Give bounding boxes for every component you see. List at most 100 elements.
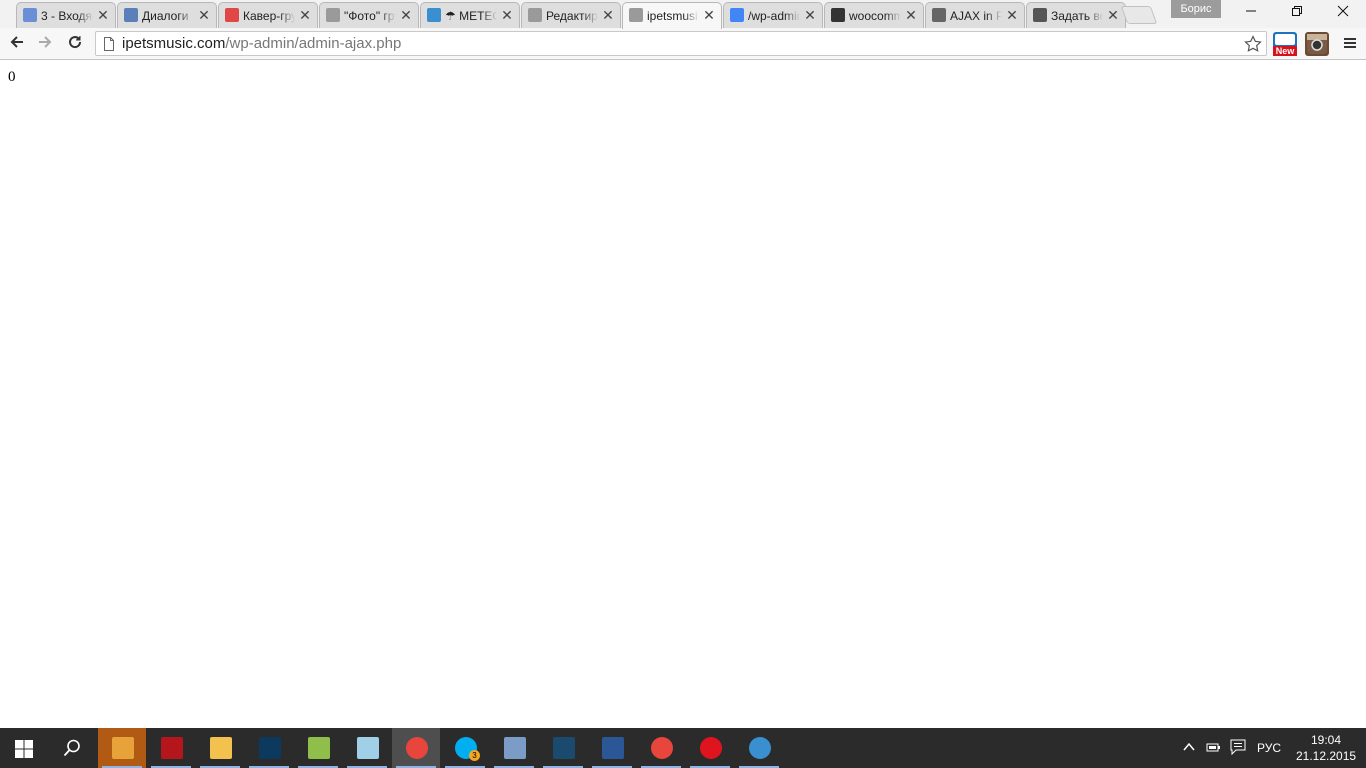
taskbar-app-chrome[interactable] [637, 728, 685, 768]
page-body-text: 0 [8, 69, 16, 85]
tab-title: ipetsmusic [647, 9, 699, 23]
skype-badge: 3 [469, 750, 480, 761]
start-button[interactable] [0, 728, 48, 768]
forward-button[interactable] [33, 32, 57, 56]
taskbar-app-opera[interactable] [686, 728, 734, 768]
back-arrow-icon [10, 36, 23, 48]
dreamweaver-icon [553, 737, 575, 759]
taskbar-app-dreamweaver[interactable] [539, 728, 587, 768]
taskbar-app-hamachi[interactable] [735, 728, 783, 768]
file-explorer-icon [210, 737, 232, 759]
tab-close-icon[interactable]: ✕ [904, 8, 918, 22]
show-hidden-icons-button[interactable] [1183, 741, 1195, 755]
language-indicator[interactable]: РУС [1257, 741, 1281, 755]
action-center-button[interactable] [1230, 739, 1246, 758]
search-button[interactable] [48, 728, 96, 768]
page-icon [326, 8, 340, 22]
url-host: ipetsmusic.com [122, 35, 226, 52]
umbrella-icon [427, 8, 441, 22]
tab-9[interactable]: woocommerce✕ [824, 2, 924, 28]
profile-button[interactable]: Борис [1171, 0, 1221, 18]
notification-icon [1230, 739, 1246, 756]
tab-title: /wp-admin [748, 9, 800, 23]
page-icon [528, 8, 542, 22]
music-icon [225, 8, 239, 22]
sublime-text-icon [112, 737, 134, 759]
taskbar-app-photoshop[interactable] [245, 728, 293, 768]
tab-title: Редактировать [546, 9, 598, 23]
tab-4[interactable]: "Фото" группа✕ [319, 2, 419, 28]
restore-button[interactable] [1274, 0, 1320, 26]
taskbar-app-skype[interactable]: 3 [441, 728, 489, 768]
tab-close-icon[interactable]: ✕ [1106, 8, 1120, 22]
app-icon [357, 737, 379, 759]
tab-5[interactable]: ☂ МЕТЕО ✕ [420, 2, 520, 28]
taskbar-app-notepadpp[interactable] [294, 728, 342, 768]
reload-icon [69, 36, 82, 49]
tab-8[interactable]: /wp-admin ✕ [723, 2, 823, 28]
tab-close-icon[interactable]: ✕ [500, 8, 514, 22]
chrome-menu-button[interactable] [1338, 32, 1362, 56]
tab-7[interactable]: ipetsmusic ✕ [622, 2, 722, 29]
extension-news-icon [1275, 34, 1295, 45]
extension-news-button[interactable]: New [1273, 32, 1297, 56]
taskbar-app-image-viewer[interactable] [490, 728, 538, 768]
tab-close-icon[interactable]: ✕ [399, 8, 413, 22]
tab-title: Задать вопрос [1051, 9, 1103, 23]
browser-toolbar: ipetsmusic.com/wp-admin/admin-ajax.php N… [0, 28, 1366, 60]
forward-arrow-icon [39, 36, 52, 48]
tab-close-icon[interactable]: ✕ [298, 8, 312, 22]
taskbar-app-file-explorer[interactable] [196, 728, 244, 768]
taskbar-app-filezilla[interactable] [147, 728, 195, 768]
photoshop-icon [259, 737, 281, 759]
taskbar-app-word[interactable] [588, 728, 636, 768]
minimize-icon [1246, 10, 1256, 12]
clock-button[interactable]: 19:04 21.12.2015 [1296, 733, 1356, 763]
tab-close-icon[interactable]: ✕ [96, 8, 110, 22]
tab-close-icon[interactable]: ✕ [803, 8, 817, 22]
url-path: /wp-admin/admin-ajax.php [225, 35, 402, 52]
tab-2[interactable]: Диалоги ✕ [117, 2, 217, 28]
new-tab-button[interactable] [1120, 6, 1158, 24]
power-tray-button[interactable] [1206, 740, 1222, 757]
instagram-extension-button[interactable] [1305, 32, 1329, 56]
tab-6[interactable]: Редактировать✕ [521, 2, 621, 28]
tab-close-icon[interactable]: ✕ [1005, 8, 1019, 22]
tab-close-icon[interactable]: ✕ [601, 8, 615, 22]
hamachi-icon [749, 737, 771, 759]
chrome-icon [651, 737, 673, 759]
address-bar[interactable]: ipetsmusic.com/wp-admin/admin-ajax.php [95, 31, 1267, 56]
back-button[interactable] [5, 32, 29, 56]
tab-title: woocommerce [849, 9, 901, 23]
tab-1[interactable]: 3 - Входящие✕ [16, 2, 116, 28]
windows-taskbar: 3 РУС 19:04 21.12.2015 [0, 728, 1366, 768]
google-icon [730, 8, 744, 22]
reload-button[interactable] [63, 32, 87, 56]
chevron-up-icon [1183, 742, 1195, 751]
extension-badge: New [1273, 46, 1297, 56]
tab-3[interactable]: Кавер-группа✕ [218, 2, 318, 28]
taskbar-app-app[interactable] [343, 728, 391, 768]
wikipedia-icon [831, 8, 845, 22]
tab-strip: 3 - Входящие✕Диалоги✕Кавер-группа✕"Фото"… [0, 0, 1366, 29]
restore-icon [1292, 6, 1302, 16]
chrome-icon [406, 737, 428, 759]
tab-close-icon[interactable]: ✕ [197, 8, 211, 22]
taskbar-app-sublime-text[interactable] [98, 728, 146, 768]
tab-title: Диалоги [142, 9, 189, 23]
filezilla-icon [161, 737, 183, 759]
tab-10[interactable]: AJAX in Plugins✕ [925, 2, 1025, 28]
bookmark-star-icon[interactable] [1244, 35, 1262, 53]
mail-icon [23, 8, 37, 22]
tab-11[interactable]: Задать вопрос✕ [1026, 2, 1126, 28]
minimize-button[interactable] [1228, 0, 1274, 26]
toster-icon [1033, 8, 1047, 22]
clock-date: 21.12.2015 [1296, 749, 1357, 763]
taskbar-app-chrome[interactable] [392, 728, 440, 768]
search-icon [63, 739, 80, 757]
tab-close-icon[interactable]: ✕ [702, 8, 716, 22]
chat-icon [124, 8, 138, 22]
page-icon [104, 37, 114, 51]
close-icon [1337, 5, 1349, 17]
close-window-button[interactable] [1320, 0, 1366, 26]
